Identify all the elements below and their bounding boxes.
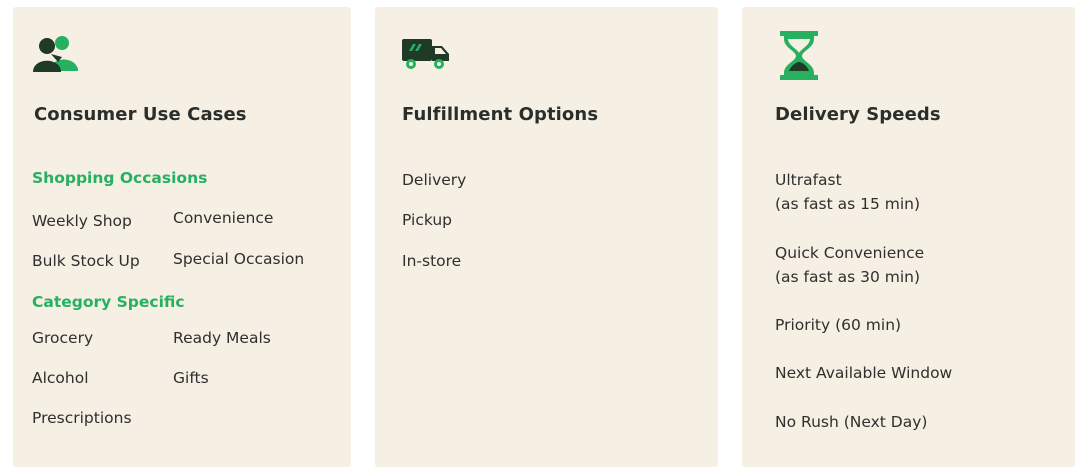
speed-item-ultrafast: Ultrafast (as fast as 15 min) [775, 168, 920, 216]
speed-label: Ultrafast [775, 171, 842, 189]
list-item: Prescriptions [32, 409, 132, 427]
list-item: Special Occasion [173, 250, 305, 268]
hourglass-icon [779, 31, 819, 85]
speed-item-next-available: Next Available Window [775, 364, 953, 382]
delivery-truck-icon [401, 37, 451, 75]
speed-item-priority: Priority (60 min) [775, 316, 902, 334]
card-title: Consumer Use Cases [34, 104, 247, 125]
consumer-use-cases-card: Consumer Use Cases Shopping Occasions We… [13, 7, 351, 467]
list-item: Delivery [402, 171, 467, 189]
speed-detail: (as fast as 30 min) [775, 268, 921, 286]
people-icon [32, 33, 80, 77]
speed-label: Quick Convenience [775, 244, 925, 262]
list-item: Bulk Stock Up [32, 252, 140, 270]
list-item: Grocery [32, 329, 94, 347]
speed-detail: (as fast as 15 min) [775, 195, 921, 213]
category-specific-heading: Category Specific [32, 293, 185, 311]
card-title: Delivery Speeds [775, 104, 941, 125]
list-item: Ready Meals [173, 329, 271, 347]
list-item: Weekly Shop [32, 212, 132, 230]
list-item: In-store [402, 252, 462, 270]
delivery-speeds-card: Delivery Speeds Ultrafast (as fast as 15… [742, 7, 1075, 467]
speed-item-quick-convenience: Quick Convenience (as fast as 30 min) [775, 241, 924, 289]
list-item: Convenience [173, 209, 274, 227]
speed-item-no-rush: No Rush (Next Day) [775, 413, 928, 431]
list-item: Gifts [173, 369, 209, 387]
shopping-occasions-heading: Shopping Occasions [32, 169, 208, 187]
card-title: Fulfillment Options [402, 104, 599, 125]
list-item: Pickup [402, 211, 452, 229]
list-item: Alcohol [32, 369, 89, 387]
fulfillment-options-card: Fulfillment Options Delivery Pickup In-s… [375, 7, 718, 467]
